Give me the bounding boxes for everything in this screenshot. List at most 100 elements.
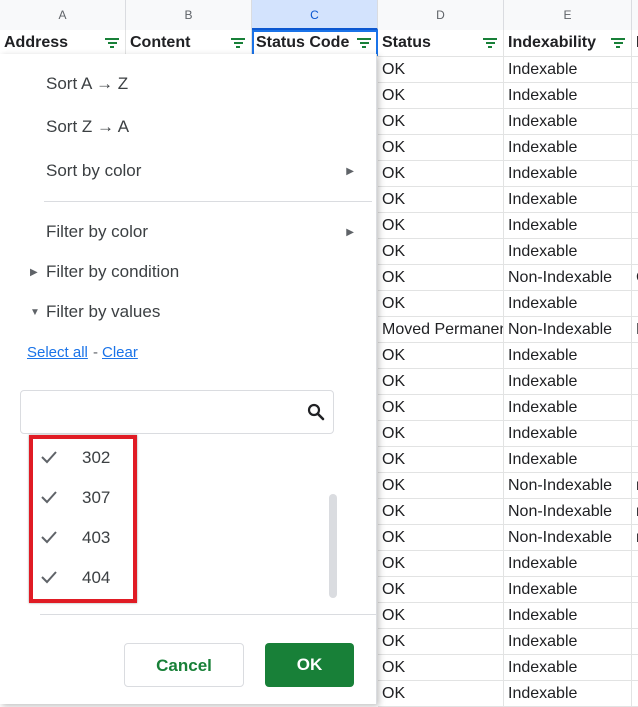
values-search-box[interactable] xyxy=(20,390,334,434)
cell-status[interactable]: OK xyxy=(378,551,504,576)
cancel-button[interactable]: Cancel xyxy=(124,643,244,687)
cell-status[interactable]: OK xyxy=(378,447,504,472)
header-cell-address[interactable]: Address xyxy=(0,30,126,56)
header-cell-content[interactable]: Content xyxy=(126,30,252,56)
cell-status[interactable]: OK xyxy=(378,473,504,498)
cell-extra[interactable] xyxy=(632,681,638,706)
cell-extra[interactable]: R xyxy=(632,317,638,342)
cell-extra[interactable] xyxy=(632,135,638,160)
cell-extra[interactable] xyxy=(632,109,638,134)
cell-extra[interactable] xyxy=(632,395,638,420)
cell-extra[interactable] xyxy=(632,551,638,576)
cell-status[interactable]: OK xyxy=(378,629,504,654)
cell-indexability[interactable]: Indexable xyxy=(504,421,632,446)
cell-extra[interactable]: n xyxy=(632,473,638,498)
cell-indexability[interactable]: Non-Indexable xyxy=(504,499,632,524)
cell-indexability[interactable]: Indexable xyxy=(504,83,632,108)
cell-extra[interactable] xyxy=(632,57,638,82)
filter-icon[interactable] xyxy=(231,38,245,48)
cell-indexability[interactable]: Indexable xyxy=(504,655,632,680)
cell-status[interactable]: OK xyxy=(378,135,504,160)
column-letter-a[interactable]: A xyxy=(0,0,126,30)
cell-status[interactable]: OK xyxy=(378,213,504,238)
cell-status[interactable]: OK xyxy=(378,421,504,446)
cell-status[interactable]: OK xyxy=(378,395,504,420)
header-cell-status-code[interactable]: Status Code xyxy=(252,30,378,56)
cell-indexability[interactable]: Indexable xyxy=(504,187,632,212)
cell-status[interactable]: OK xyxy=(378,369,504,394)
header-cell-next[interactable]: I xyxy=(632,30,638,56)
column-letter-e[interactable]: E xyxy=(504,0,632,30)
cell-status[interactable]: OK xyxy=(378,83,504,108)
cell-indexability[interactable]: Non-Indexable xyxy=(504,473,632,498)
header-cell-status[interactable]: Status xyxy=(378,30,504,56)
cell-status[interactable]: OK xyxy=(378,603,504,628)
cell-status[interactable]: OK xyxy=(378,161,504,186)
menu-filter-by-color[interactable]: Filter by color xyxy=(46,222,148,242)
cell-indexability[interactable]: Indexable xyxy=(504,447,632,472)
cell-indexability[interactable]: Indexable xyxy=(504,629,632,654)
cell-status[interactable]: OK xyxy=(378,681,504,706)
cell-indexability[interactable]: Indexable xyxy=(504,161,632,186)
column-letter-d[interactable]: D xyxy=(378,0,504,30)
filter-icon[interactable] xyxy=(611,38,625,48)
cell-extra[interactable]: n xyxy=(632,499,638,524)
menu-sort-a-z[interactable]: Sort A → Z xyxy=(46,74,128,94)
cell-status[interactable]: OK xyxy=(378,343,504,368)
cell-indexability[interactable]: Indexable xyxy=(504,135,632,160)
column-letter-b[interactable]: B xyxy=(126,0,252,30)
cell-indexability[interactable]: Indexable xyxy=(504,239,632,264)
cell-status[interactable]: OK xyxy=(378,57,504,82)
cell-indexability[interactable]: Indexable xyxy=(504,213,632,238)
expand-right-icon[interactable]: ▶ xyxy=(30,267,38,278)
cell-status[interactable]: OK xyxy=(378,187,504,212)
cell-extra[interactable] xyxy=(632,603,638,628)
cell-status[interactable]: OK xyxy=(378,265,504,290)
cell-extra[interactable] xyxy=(632,161,638,186)
select-all-link[interactable]: Select all xyxy=(27,344,88,361)
cell-extra[interactable] xyxy=(632,187,638,212)
cell-indexability[interactable]: Indexable xyxy=(504,395,632,420)
cell-status[interactable]: OK xyxy=(378,525,504,550)
cell-indexability[interactable]: Indexable xyxy=(504,551,632,576)
cell-extra[interactable] xyxy=(632,83,638,108)
cell-indexability[interactable]: Non-Indexable xyxy=(504,265,632,290)
header-cell-indexability[interactable]: Indexability xyxy=(504,30,632,56)
cell-status[interactable]: OK xyxy=(378,499,504,524)
cell-extra[interactable] xyxy=(632,239,638,264)
cell-extra[interactable] xyxy=(632,655,638,680)
cell-status[interactable]: OK xyxy=(378,109,504,134)
filter-icon[interactable] xyxy=(483,38,497,48)
cell-status[interactable]: OK xyxy=(378,291,504,316)
cell-indexability[interactable]: Indexable xyxy=(504,603,632,628)
filter-icon[interactable] xyxy=(105,38,119,48)
cell-extra[interactable] xyxy=(632,291,638,316)
menu-sort-z-a[interactable]: Sort Z → A xyxy=(46,117,129,137)
cell-extra[interactable] xyxy=(632,629,638,654)
expand-down-icon[interactable]: ▼ xyxy=(30,307,40,318)
cell-indexability[interactable]: Indexable xyxy=(504,577,632,602)
cell-status[interactable]: Moved Permanently xyxy=(378,317,504,342)
cell-extra[interactable] xyxy=(632,577,638,602)
cell-indexability[interactable]: Indexable xyxy=(504,681,632,706)
cell-extra[interactable]: n xyxy=(632,525,638,550)
column-letter-f[interactable] xyxy=(632,0,638,30)
menu-filter-by-condition[interactable]: Filter by condition xyxy=(46,262,179,282)
cell-extra[interactable]: C xyxy=(632,265,638,290)
cell-indexability[interactable]: Non-Indexable xyxy=(504,525,632,550)
cell-extra[interactable] xyxy=(632,343,638,368)
filter-icon[interactable] xyxy=(357,38,371,48)
column-letter-c[interactable]: C xyxy=(252,0,378,30)
cell-status[interactable]: OK xyxy=(378,655,504,680)
values-search-input[interactable] xyxy=(29,391,303,433)
values-scrollbar[interactable] xyxy=(329,494,337,598)
cell-indexability[interactable]: Indexable xyxy=(504,291,632,316)
cell-extra[interactable] xyxy=(632,421,638,446)
cell-status[interactable]: OK xyxy=(378,239,504,264)
search-icon[interactable] xyxy=(307,403,325,421)
cell-indexability[interactable]: Indexable xyxy=(504,109,632,134)
cell-indexability[interactable]: Indexable xyxy=(504,343,632,368)
cell-extra[interactable] xyxy=(632,447,638,472)
cell-indexability[interactable]: Indexable xyxy=(504,369,632,394)
menu-filter-by-values[interactable]: Filter by values xyxy=(46,302,160,322)
